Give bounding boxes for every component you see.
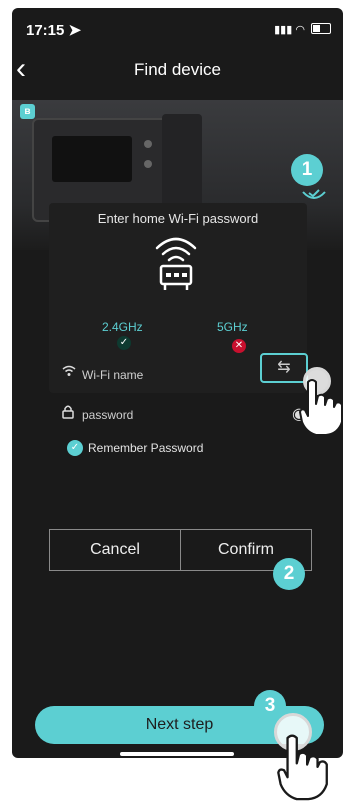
checkbox-icon: ✓ (67, 440, 83, 456)
hand-pointer-icon (277, 734, 328, 801)
home-indicator (120, 752, 234, 756)
band-24ghz[interactable]: 2.4GHz (102, 320, 143, 334)
signal-icon: ▮▮▮ (274, 24, 293, 36)
wifi-icon (62, 365, 76, 376)
wifi-status-icon: ◠ (295, 24, 305, 36)
remember-password-toggle[interactable]: ✓ Remember Password (67, 440, 203, 456)
password-input[interactable]: password (82, 408, 133, 422)
status-icons: ▮▮▮ ◠ (274, 22, 331, 36)
phone-screen: 17:15 ➤ ▮▮▮ ◠ ‹ Find device ʙ Enter home… (12, 8, 343, 758)
router-icon (155, 237, 197, 290)
dialog-title: Enter home Wi-Fi password (97, 211, 259, 226)
step-badge-2: 2 (273, 558, 305, 590)
hand-pointer-icon (299, 379, 343, 436)
cross-icon: ✕ (232, 339, 246, 353)
battery-icon (311, 23, 331, 34)
band-5ghz[interactable]: 5GHz (217, 320, 248, 334)
step-badge-1: 1 (291, 154, 323, 186)
lock-icon (62, 405, 74, 419)
remember-password-label: Remember Password (88, 441, 204, 455)
check-icon: ✓ (117, 336, 131, 350)
nav-bar: ‹ Find device (12, 52, 343, 92)
status-time: 17:15 ➤ (26, 22, 82, 39)
status-bar: 17:15 ➤ ▮▮▮ ◠ (12, 8, 343, 48)
dialog-buttons: Cancel Confirm (49, 529, 312, 571)
bluetooth-icon: ʙ (20, 104, 35, 119)
check-icon (302, 189, 326, 199)
cancel-button[interactable]: Cancel (50, 530, 181, 570)
page-title: Find device (134, 60, 221, 79)
wifi-name-input[interactable]: Wi-Fi name (82, 368, 143, 382)
